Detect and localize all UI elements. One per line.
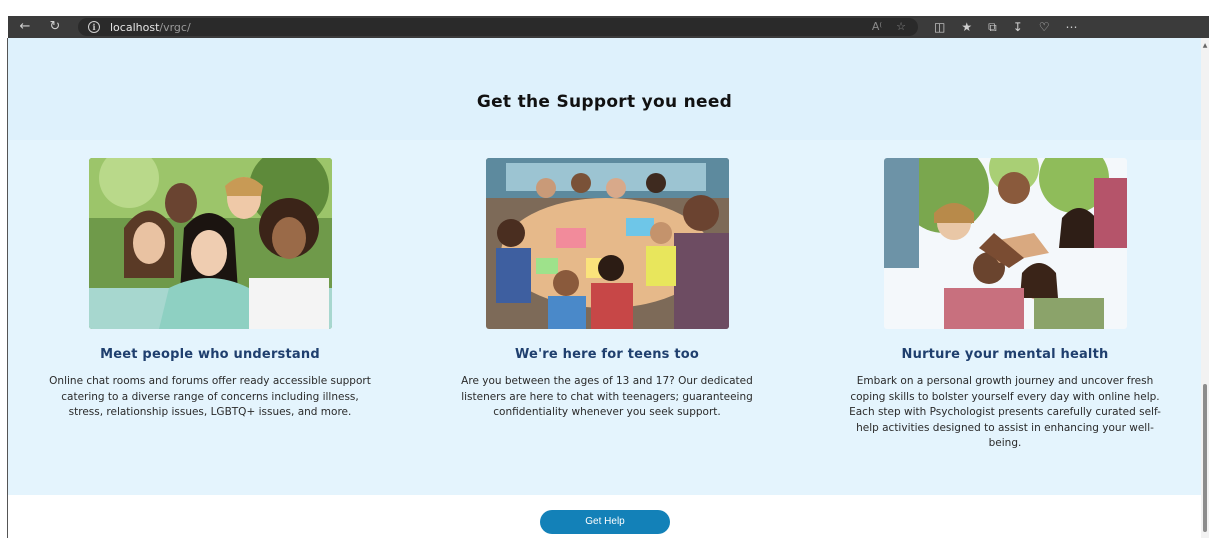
favorites-icon[interactable]: ★ [961,16,972,38]
card-title: We're here for teens too [514,347,700,362]
card-meet-people: Meet people who understand Online chat r… [10,158,410,421]
url-host: localhost [110,20,160,34]
section-header-band [8,38,1201,140]
back-arrow-icon[interactable]: ← [12,16,38,38]
browser-toolbar: ← ↻ i localhost/vrgc/ A⁽ ☆ ◫ ★ ⧉ ↧ ♡ ⋯ [8,16,1209,38]
url-path: /vrgc/ [159,20,191,34]
scrollbar-thumb[interactable] [1203,384,1207,532]
download-icon[interactable]: ↧ [1013,16,1023,38]
hands-huddle-photo [883,158,1127,329]
card-description: Embark on a personal growth journey and … [849,375,1161,450]
section-title: Get the Support you need [476,92,733,112]
more-menu-icon[interactable]: ⋯ [1066,16,1078,38]
split-screen-icon[interactable]: ◫ [934,16,945,38]
collections-icon[interactable]: ⧉ [988,16,997,38]
top-strip [0,0,1209,16]
url-text: localhost/vrgc/ [110,21,191,34]
address-bar[interactable]: i localhost/vrgc/ A⁽ ☆ [78,18,918,36]
classroom-group-photo [485,158,729,329]
get-help-button[interactable]: Get Help [540,510,670,534]
card-teens: We're here for teens too Are you between… [407,158,807,421]
card-title: Meet people who understand [100,347,320,362]
favorite-star-icon[interactable]: ☆ [896,16,906,38]
friends-group-photo [88,158,332,329]
card-description: Online chat rooms and forums offer ready… [49,375,371,419]
page-content: Get the Support you need Meet people who… [8,38,1201,538]
reload-icon[interactable]: ↻ [42,16,68,38]
card-description: Are you between the ages of 13 and 17? O… [461,375,753,419]
card-mental-health: Nurture your mental health Embark on a p… [805,158,1205,452]
scroll-up-arrow-icon[interactable]: ▲ [1201,42,1209,49]
browser-essentials-icon[interactable]: ♡ [1039,16,1050,38]
card-title: Nurture your mental health [901,347,1109,362]
site-info-icon[interactable]: i [88,21,100,33]
read-aloud-icon[interactable]: A⁽ [872,16,882,38]
